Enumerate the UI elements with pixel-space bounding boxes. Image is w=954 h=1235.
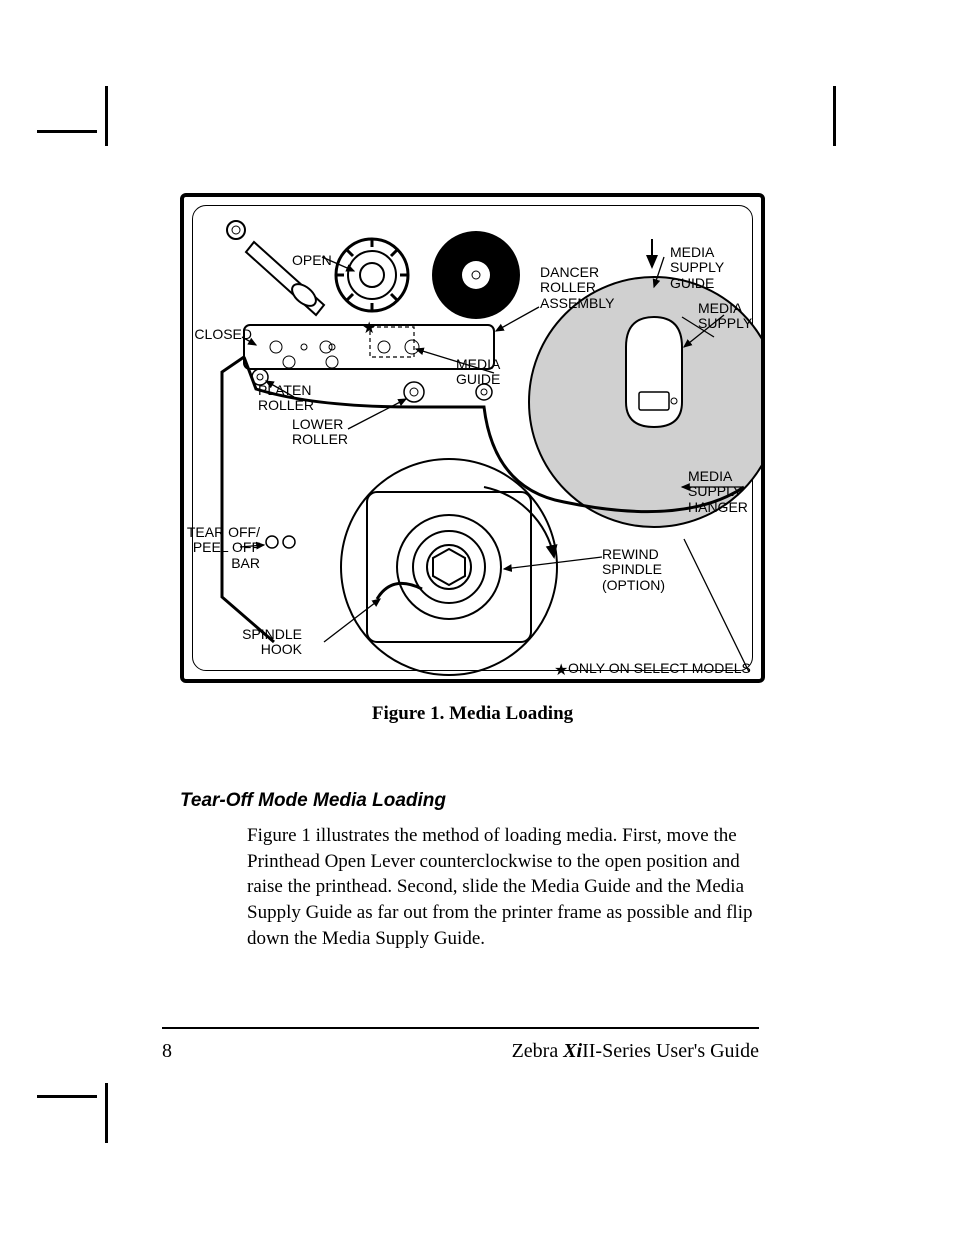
label-dancer: DANCER ROLLER ASSEMBLY — [540, 265, 614, 311]
crop-mark — [105, 86, 108, 146]
label-media-supply: MEDIA SUPPLY — [698, 301, 752, 332]
crop-mark — [833, 86, 836, 146]
footer-text: Zebra XiII-Series User's Guide — [512, 1040, 759, 1063]
label-spindle-hook: SPINDLE HOOK — [228, 627, 302, 658]
footer-prefix: Zebra — [512, 1040, 564, 1062]
label-open: OPEN — [292, 253, 332, 268]
footer-rule — [162, 1027, 759, 1029]
manual-page: ★ ★ OPEN CLOSED PLATEN ROLLER LOWER ROLL… — [0, 0, 954, 1235]
label-platen-roller: PLATEN ROLLER — [258, 383, 314, 414]
section-heading: Tear-Off Mode Media Loading — [180, 790, 446, 812]
label-lower-roller: LOWER ROLLER — [292, 417, 348, 448]
footer-series: II-Series User's Guide — [582, 1040, 759, 1062]
svg-text:★: ★ — [362, 320, 376, 337]
crop-mark — [105, 1083, 108, 1143]
label-tear-peel: TEAR OFF/ PEEL OFF BAR — [184, 525, 260, 571]
crop-mark — [37, 130, 97, 133]
figure-frame: ★ ★ OPEN CLOSED PLATEN ROLLER LOWER ROLL… — [180, 193, 765, 683]
label-closed: CLOSED — [194, 327, 252, 342]
label-media-supply-guide: MEDIA SUPPLY GUIDE — [670, 245, 724, 291]
crop-mark — [37, 1095, 97, 1098]
footer-xi: Xi — [563, 1040, 582, 1062]
label-only-select: ONLY ON SELECT MODELS — [568, 661, 751, 676]
label-rewind: REWIND SPINDLE (OPTION) — [602, 547, 665, 593]
body-paragraph: Figure 1 illustrates the method of loadi… — [247, 823, 757, 951]
figure-caption: Figure 1. Media Loading — [180, 703, 765, 725]
label-media-guide: MEDIA GUIDE — [456, 357, 500, 388]
page-number: 8 — [162, 1040, 172, 1063]
svg-text:★: ★ — [554, 662, 568, 679]
label-media-supply-hanger: MEDIA SUPPLY HANGER — [688, 469, 748, 515]
